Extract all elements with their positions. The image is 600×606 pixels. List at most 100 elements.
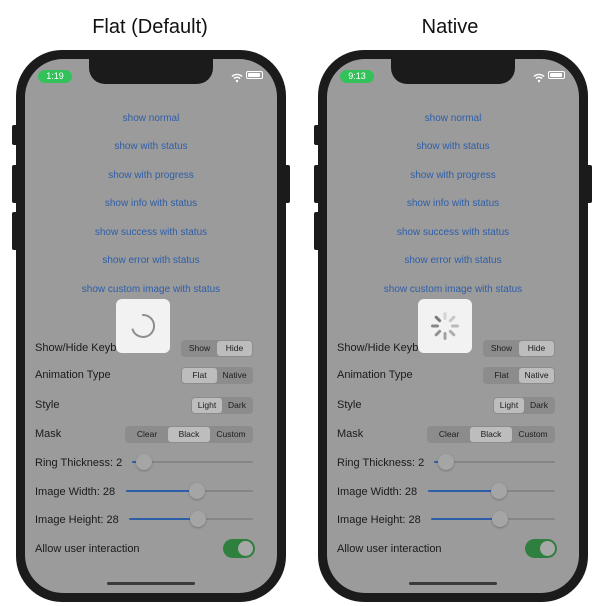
progress-hud-native bbox=[418, 299, 472, 353]
style-segment-light[interactable]: Light bbox=[494, 398, 524, 413]
ring-thickness-label: Ring Thickness: 2 bbox=[35, 457, 123, 469]
animation-label: Animation Type bbox=[337, 369, 413, 381]
image-height-slider-fill bbox=[431, 518, 501, 520]
keyboard-segment-show[interactable]: Show bbox=[484, 341, 519, 356]
mask-label: Mask bbox=[337, 428, 364, 440]
side-button bbox=[314, 212, 318, 250]
image-width-slider[interactable] bbox=[428, 483, 555, 499]
link-show-normal[interactable]: show normal bbox=[25, 113, 277, 124]
style-segment-dark[interactable]: Dark bbox=[524, 398, 554, 413]
side-button bbox=[314, 125, 318, 145]
style-segment-light[interactable]: Light bbox=[192, 398, 222, 413]
animation-segment: Flat Native bbox=[181, 367, 253, 384]
mask-segment: Clear Black Custom bbox=[125, 426, 253, 443]
keyboard-segment-hide[interactable]: Hide bbox=[519, 341, 554, 356]
toggle-knob bbox=[540, 541, 555, 556]
progress-hud-ring bbox=[116, 299, 170, 353]
link-show-with-progress[interactable]: show with progress bbox=[25, 170, 277, 181]
keyboard-segment-hide[interactable]: Hide bbox=[217, 341, 252, 356]
interaction-label: Allow user interaction bbox=[337, 543, 442, 555]
mask-segment-custom[interactable]: Custom bbox=[512, 427, 554, 442]
style-segment: Light Dark bbox=[493, 397, 555, 414]
spinner-ring-icon bbox=[131, 313, 155, 338]
style-label: Style bbox=[35, 399, 60, 411]
interaction-toggle[interactable] bbox=[223, 539, 255, 558]
style-label: Style bbox=[337, 399, 362, 411]
status-time: 9:13 bbox=[340, 70, 374, 83]
image-height-label: Image Height: 28 bbox=[35, 514, 119, 526]
link-show-success-with-status[interactable]: show success with status bbox=[327, 227, 579, 238]
notch bbox=[391, 59, 515, 84]
animation-segment: Flat Native bbox=[483, 367, 555, 384]
link-show-custom-image-with-status[interactable]: show custom image with status bbox=[25, 284, 277, 295]
mask-segment-clear[interactable]: Clear bbox=[126, 427, 168, 442]
side-button bbox=[12, 125, 16, 145]
activity-spinner-icon bbox=[431, 312, 459, 340]
link-show-success-with-status[interactable]: show success with status bbox=[25, 227, 277, 238]
keyboard-segment: Show Hide bbox=[181, 340, 253, 357]
keyboard-segment: Show Hide bbox=[483, 340, 555, 357]
side-button bbox=[12, 165, 16, 203]
link-show-normal[interactable]: show normal bbox=[327, 113, 579, 124]
image-width-slider[interactable] bbox=[126, 483, 253, 499]
style-segment: Light Dark bbox=[191, 397, 253, 414]
toggle-knob bbox=[238, 541, 253, 556]
link-show-error-with-status[interactable]: show error with status bbox=[327, 255, 579, 266]
image-width-label: Image Width: 28 bbox=[337, 486, 418, 498]
mask-segment: Clear Black Custom bbox=[427, 426, 555, 443]
image-width-label: Image Width: 28 bbox=[35, 486, 116, 498]
animation-segment-flat[interactable]: Flat bbox=[484, 368, 519, 383]
animation-label: Animation Type bbox=[35, 369, 111, 381]
image-width-slider-thumb[interactable] bbox=[189, 483, 206, 499]
caption-flat: Flat (Default) bbox=[92, 16, 208, 38]
mask-segment-black[interactable]: Black bbox=[470, 427, 512, 442]
animation-segment-native[interactable]: Native bbox=[217, 368, 252, 383]
mask-segment-clear[interactable]: Clear bbox=[428, 427, 470, 442]
interaction-label: Allow user interaction bbox=[35, 543, 140, 555]
notch bbox=[89, 59, 213, 84]
image-height-slider[interactable] bbox=[431, 511, 555, 527]
ring-thickness-slider-thumb[interactable] bbox=[438, 454, 455, 470]
mask-label: Mask bbox=[35, 428, 62, 440]
interaction-toggle[interactable] bbox=[525, 539, 557, 558]
animation-segment-flat[interactable]: Flat bbox=[182, 368, 217, 383]
image-height-slider-thumb[interactable] bbox=[492, 511, 509, 527]
power-button bbox=[286, 165, 290, 203]
image-height-slider-fill bbox=[129, 518, 199, 520]
link-show-custom-image-with-status[interactable]: show custom image with status bbox=[327, 284, 579, 295]
mask-segment-custom[interactable]: Custom bbox=[210, 427, 252, 442]
animation-segment-native[interactable]: Native bbox=[519, 368, 554, 383]
wifi-icon bbox=[533, 70, 545, 83]
side-button bbox=[12, 212, 16, 250]
image-width-slider-fill bbox=[126, 490, 198, 492]
battery-icon bbox=[246, 71, 263, 79]
ring-thickness-label: Ring Thickness: 2 bbox=[337, 457, 425, 469]
ring-thickness-slider[interactable] bbox=[434, 454, 555, 470]
link-show-error-with-status[interactable]: show error with status bbox=[25, 255, 277, 266]
battery-icon bbox=[548, 71, 565, 79]
link-show-with-progress[interactable]: show with progress bbox=[327, 170, 579, 181]
caption-native: Native bbox=[421, 16, 479, 38]
home-indicator bbox=[409, 582, 497, 585]
image-height-label: Image Height: 28 bbox=[337, 514, 421, 526]
ring-thickness-slider-thumb[interactable] bbox=[136, 454, 153, 470]
link-show-with-status[interactable]: show with status bbox=[25, 141, 277, 152]
image-height-slider-thumb[interactable] bbox=[190, 511, 207, 527]
side-button bbox=[314, 165, 318, 203]
phone-frame: 1:19 show normal show with status show with… bbox=[12, 50, 290, 602]
mask-segment-black[interactable]: Black bbox=[168, 427, 210, 442]
status-time: 1:19 bbox=[38, 70, 72, 83]
phone-screen: 1:19 show normal show with status show with… bbox=[25, 59, 277, 593]
image-width-slider-thumb[interactable] bbox=[491, 483, 508, 499]
image-height-slider[interactable] bbox=[129, 511, 253, 527]
ring-thickness-slider[interactable] bbox=[132, 454, 253, 470]
keyboard-segment-show[interactable]: Show bbox=[182, 341, 217, 356]
link-show-with-status[interactable]: show with status bbox=[327, 141, 579, 152]
home-indicator bbox=[107, 582, 195, 585]
image-width-slider-fill bbox=[428, 490, 500, 492]
phone-frame: 9:13 show normal show with status show with… bbox=[314, 50, 592, 602]
style-segment-dark[interactable]: Dark bbox=[222, 398, 252, 413]
power-button bbox=[588, 165, 592, 203]
link-show-info-with-status[interactable]: show info with status bbox=[327, 198, 579, 209]
link-show-info-with-status[interactable]: show info with status bbox=[25, 198, 277, 209]
